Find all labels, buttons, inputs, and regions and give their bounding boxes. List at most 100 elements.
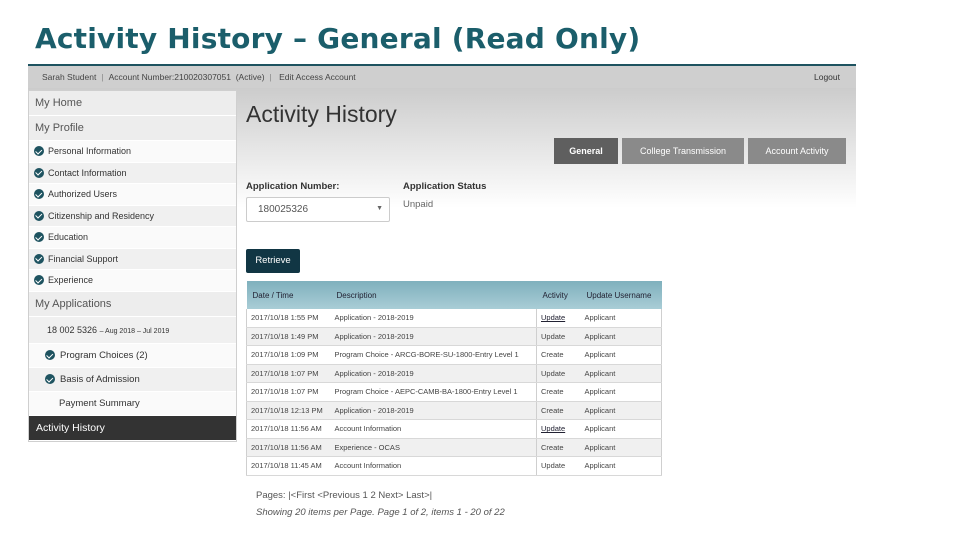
cell-username-text: Applicant [584,405,616,415]
sidebar-item-personal-information[interactable]: Personal Information [29,141,236,163]
cell-description-text: Experience - OCAS [334,442,400,452]
sidebar-item-experience[interactable]: Experience [29,270,236,292]
pager-first[interactable]: |<First [288,490,314,501]
table-row: 2017/10/18 11:45 AM Account Information Up… [246,456,662,476]
column-header-date[interactable]: Date / Time [246,281,331,309]
table-row: 2017/10/18 1:49 PM Application - 2018-201… [246,327,662,346]
table-body: 2017/10/18 1:55 PM Application - 2018-201… [246,309,662,476]
cell-activity-link[interactable]: Update [536,419,581,439]
application-number-label: Application Number: [246,181,340,192]
cell-date-text: 2017/10/18 1:09 PM [251,350,319,360]
column-header-activity[interactable]: Activity [536,281,581,309]
cell-date-text: 2017/10/18 1:55 PM [251,313,319,323]
sidebar-item-my-applications[interactable]: My Applications [29,291,236,317]
cell-activity: Update [536,327,581,346]
cell-activity: Update [536,364,581,383]
cell-username-text: Applicant [584,350,616,360]
retrieve-button[interactable]: Retrieve [246,249,300,273]
tab-account-activity[interactable]: Account Activity [748,138,846,164]
cell-username-text: Applicant [584,424,616,434]
cell-activity-link[interactable]: Update [536,309,581,328]
cell-description-text: Account Information [334,424,402,434]
user-name: Sarah Student [42,72,97,82]
check-circle-icon [34,146,44,157]
cell-description: Program Choice - AEPC-CAMB-BA-1800-Entry… [330,382,537,402]
sidebar-item-financial-support[interactable]: Financial Support [29,248,236,270]
cell-description-text: Application - 2018-2019 [334,368,414,378]
sidebar-item-contact-information[interactable]: Contact Information [29,162,236,184]
sidebar-item-my-home[interactable]: My Home [29,91,236,116]
cell-date-text: 2017/10/18 11:56 AM [251,442,322,452]
tab-college-transmission[interactable]: College Transmission [622,138,744,164]
sidebar-item-authorized-users[interactable]: Authorized Users [29,184,236,206]
sidebar-item-citizenship-residency[interactable]: Citizenship and Residency [29,205,236,227]
page-title: Activity History [246,101,397,127]
column-header-description[interactable]: Description [330,281,537,309]
cell-activity-text: Create [541,350,564,360]
cell-username-text: Applicant [584,368,616,378]
showing-items-text: Showing 20 items per Page. Page 1 of 2, … [256,507,505,518]
cell-date-text: 2017/10/18 1:07 PM [251,387,319,397]
check-circle-icon [34,275,44,286]
application-status-value: Unpaid [403,199,434,210]
cell-date: 2017/10/18 1:07 PM [246,382,331,402]
logout-link[interactable]: Logout [814,72,840,82]
cell-description: Application - 2018-2019 [330,364,537,383]
cell-activity: Create [536,401,581,420]
cell-username: Applicant [580,438,662,457]
sidebar-item-education[interactable]: Education [29,227,236,249]
sidebar-item-basis-of-admission[interactable]: Basis of Admission [29,367,236,392]
cell-username: Applicant [580,419,662,439]
cell-activity-text: Update [541,461,566,471]
activity-table: Date / Time Description Activity Update … [246,281,662,476]
sidebar-item-program-choices[interactable]: Program Choices (2) [29,343,236,368]
pager-page-2[interactable]: 2 [370,490,375,501]
cell-description: Application - 2018-2019 [330,401,537,420]
cell-activity-text: Create [541,405,564,415]
sidebar-item-payment-summary[interactable]: Payment Summary [29,391,236,416]
column-header-username[interactable]: Update Username [580,281,662,309]
cell-date: 2017/10/18 1:09 PM [246,345,331,365]
cell-username-text: Applicant [584,461,616,471]
check-circle-icon [34,189,44,200]
cell-activity: Update [536,456,581,476]
cell-date-text: 2017/10/18 12:13 PM [251,405,323,415]
cell-username: Applicant [580,327,662,346]
pager-previous[interactable]: <Previous [317,490,360,501]
cell-username: Applicant [580,456,662,476]
cell-activity-link-text[interactable]: Update [541,424,565,433]
cell-description-text: Application - 2018-2019 [334,405,414,415]
table-row: 2017/10/18 1:07 PM Program Choice - AEPC-… [246,382,662,402]
cell-date: 2017/10/18 11:56 AM [246,419,331,439]
sidebar-item-application[interactable]: 18 002 5326 – Aug 2018 – Jul 2019 [29,316,236,344]
cell-date: 2017/10/18 12:13 PM [246,401,331,420]
cell-description-text: Program Choice - ARCG-BORE-SU-1800-Entry… [334,350,519,360]
tab-general[interactable]: General [554,138,618,164]
cell-username-text: Applicant [584,331,616,341]
pager-page-1[interactable]: 1 [363,490,368,501]
cell-description-text: Application - 2018-2019 [334,313,414,323]
table-row: 2017/10/18 1:07 PM Application - 2018-201… [246,364,662,383]
cell-description: Program Choice - ARCG-BORE-SU-1800-Entry… [330,345,537,365]
cell-activity-link-text[interactable]: Update [541,313,565,322]
table-row: 2017/10/18 11:56 AM Experience - OCAS Crea… [246,438,662,457]
application-status-label: Application Status [403,181,487,192]
cell-username: Applicant [580,345,662,365]
check-circle-icon [34,210,44,221]
cell-date: 2017/10/18 11:56 AM [246,438,331,457]
cell-username-text: Applicant [584,313,616,323]
application-number-select[interactable]: 180025326 ▼ [246,197,390,222]
cell-date-text: 2017/10/18 1:07 PM [251,368,319,378]
cell-activity-text: Update [541,368,566,378]
sidebar-item-my-profile[interactable]: My Profile [29,116,236,141]
pager-next[interactable]: Next> [378,490,403,501]
slide-title: Activity History – General (Read Only) [35,22,641,55]
cell-date: 2017/10/18 1:55 PM [246,309,331,328]
cell-description: Application - 2018-2019 [330,309,537,328]
table-header-row: Date / Time Description Activity Update … [246,281,662,309]
pager-last[interactable]: Last>| [406,490,432,501]
cell-description: Experience - OCAS [330,438,537,457]
cell-description-text: Program Choice - AEPC-CAMB-BA-1800-Entry… [334,387,518,397]
edit-access-account-link[interactable]: Edit Access Account [279,72,356,82]
sidebar-item-activity-history[interactable]: Activity History [29,415,236,441]
